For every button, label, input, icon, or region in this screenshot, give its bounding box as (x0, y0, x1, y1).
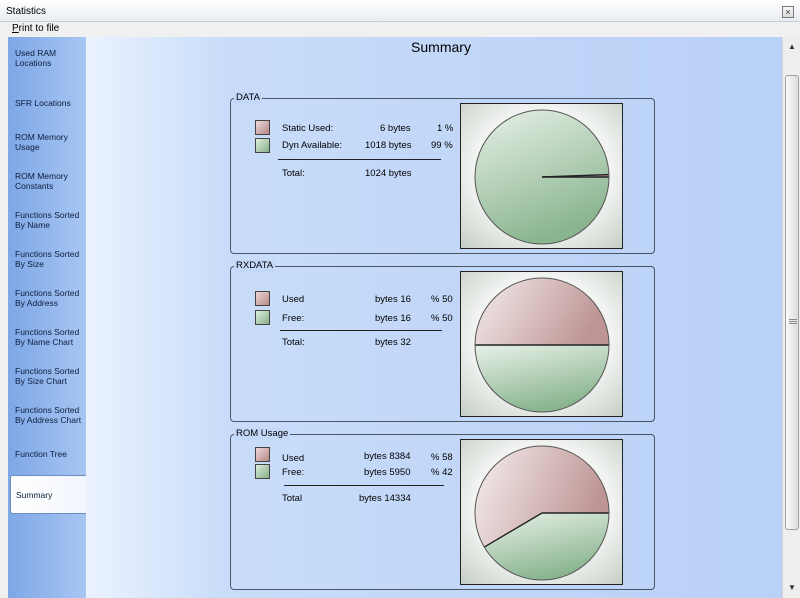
rom-used-pct: % 58 (431, 452, 453, 463)
rom-separator (284, 485, 444, 486)
sidebar-item-rom-memory-usage[interactable]: ROM Memory Usage (10, 123, 84, 161)
rom-free-value: bytes 5950 (364, 467, 411, 478)
rxdata-free-pct: % 50 (431, 313, 453, 324)
sidebar-item-used-ram-locations[interactable]: Used RAM Locations (10, 39, 84, 77)
rxdata-section: RXDATA Used bytes 16 % 50 Free: bytes 16… (230, 260, 655, 422)
rom-free-pct: % 42 (431, 467, 453, 478)
used-swatch (255, 120, 270, 135)
sidebar: Used RAM Locations SFR Locations ROM Mem… (8, 37, 86, 598)
sidebar-item-rom-memory-constants[interactable]: ROM Memory Constants (10, 162, 84, 200)
rom-usage-section: ROM Usage Used bytes 8384 % 58 Free: byt… (230, 428, 655, 590)
data-section-title: DATA (234, 92, 262, 104)
data-total-label: Total: (282, 168, 305, 179)
data-static-used-value: 6 bytes (380, 123, 411, 134)
free-swatch (255, 464, 270, 479)
rxdata-free-value: bytes 16 (375, 313, 411, 324)
window-title: Statistics (6, 6, 47, 17)
rom-total-label: Total (282, 493, 303, 504)
rxdata-total-label: Total: (282, 337, 305, 348)
rxdata-pie-chart (460, 271, 623, 417)
sidebar-item-functions-by-name-chart[interactable]: Functions Sorted By Name Chart (10, 318, 84, 356)
data-pie-chart (460, 103, 623, 249)
sidebar-item-sfr-locations[interactable]: SFR Locations (10, 84, 84, 122)
scroll-down-arrow-icon[interactable]: ▼ (785, 581, 799, 595)
data-dyn-available-pct: 99 % (431, 140, 453, 151)
sidebar-item-functions-by-size-chart[interactable]: Functions Sorted By Size Chart (10, 357, 84, 395)
rxdata-free-label: Free: (282, 313, 305, 324)
rom-usage-pie-chart (460, 439, 623, 585)
summary-panel: Summary DATA Static Used: 6 bytes 1 % Dy… (86, 37, 782, 598)
rxdata-section-title: RXDATA (234, 260, 276, 272)
rom-used-value: bytes 8384 (364, 451, 411, 462)
rxdata-separator (280, 330, 442, 331)
sidebar-item-functions-by-size[interactable]: Functions Sorted By Size (10, 240, 84, 278)
grip-icon (789, 319, 797, 324)
sidebar-item-functions-by-name[interactable]: Functions Sorted By Name (10, 201, 84, 239)
data-dyn-available-label: Dyn Available: (282, 140, 343, 151)
used-swatch (255, 447, 270, 462)
menubar: Print to file (0, 22, 800, 36)
rom-total-value: bytes 14334 (359, 493, 411, 504)
sidebar-item-functions-by-address-chart[interactable]: Functions Sorted By Address Chart (10, 396, 84, 434)
data-dyn-available-value: 1018 bytes (365, 140, 412, 151)
rom-usage-section-title: ROM Usage (234, 428, 291, 440)
sidebar-item-functions-by-address[interactable]: Functions Sorted By Address (10, 279, 84, 317)
rxdata-used-value: bytes 16 (375, 294, 411, 305)
close-button[interactable]: × (782, 6, 794, 18)
used-swatch (255, 291, 270, 306)
rom-free-label: Free: (282, 467, 305, 478)
scroll-up-arrow-icon[interactable]: ▲ (785, 40, 799, 54)
rom-used-label: Used (282, 453, 305, 464)
sidebar-item-function-tree[interactable]: Function Tree (10, 435, 84, 473)
window-titlebar: Statistics × (0, 0, 800, 22)
scroll-thumb[interactable] (785, 75, 799, 530)
data-static-used-pct: 1 % (437, 123, 454, 134)
data-total-value: 1024 bytes (365, 168, 412, 179)
page-title: Summary (411, 39, 471, 55)
rxdata-used-label: Used (282, 294, 305, 305)
menu-print-to-file[interactable]: Print to file (12, 23, 59, 34)
free-swatch (255, 310, 270, 325)
data-separator (278, 159, 441, 160)
rxdata-total-value: bytes 32 (375, 337, 411, 348)
data-static-used-label: Static Used: (282, 123, 334, 134)
sidebar-item-summary[interactable]: Summary (10, 475, 86, 514)
rxdata-used-pct: % 50 (431, 294, 453, 305)
data-section: DATA Static Used: 6 bytes 1 % Dyn Availa… (230, 92, 655, 254)
free-swatch (255, 138, 270, 153)
vertical-scrollbar[interactable]: ▲ ▼ (782, 37, 800, 598)
